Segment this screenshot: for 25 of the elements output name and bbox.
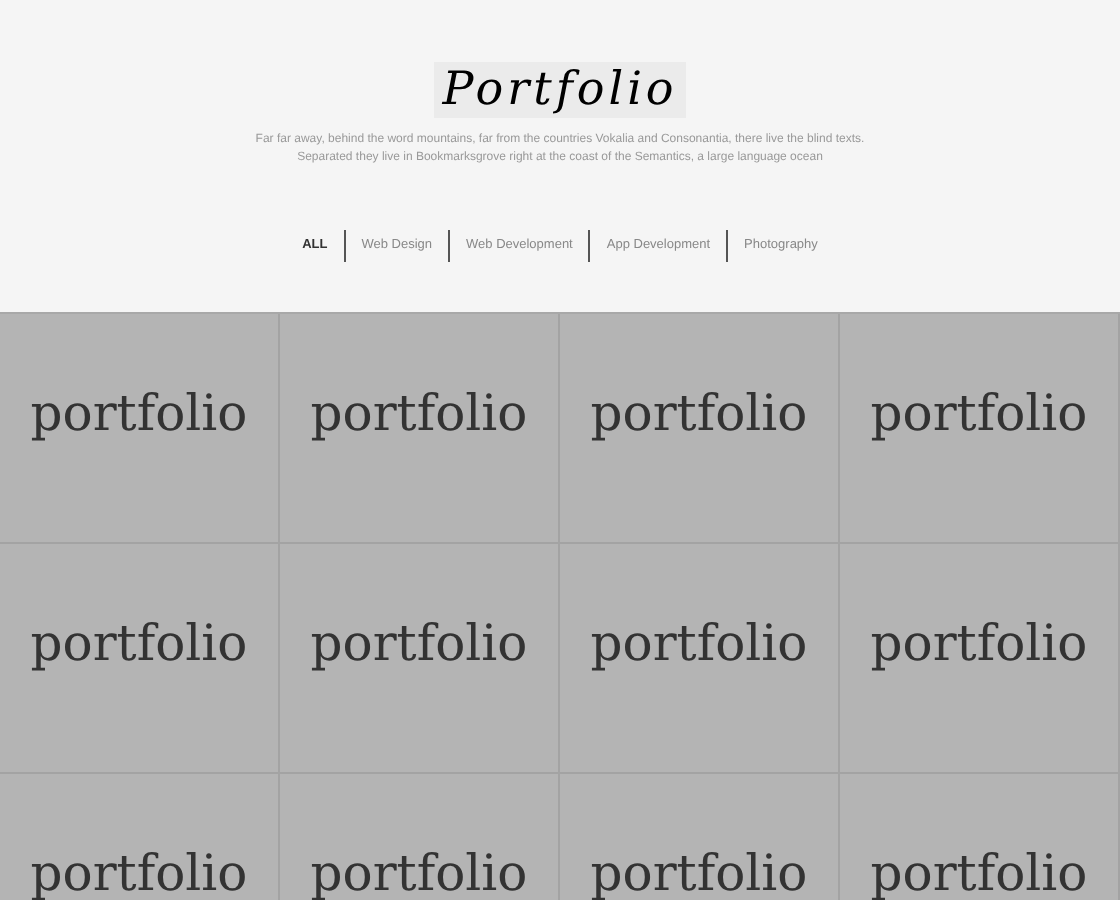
tile-label: portfolio	[30, 850, 248, 896]
tile-label: portfolio	[310, 850, 528, 896]
tile-label: portfolio	[30, 620, 248, 666]
portfolio-tile[interactable]: portfolio	[840, 544, 1120, 774]
portfolio-tile[interactable]: portfolio	[280, 314, 560, 544]
portfolio-tile[interactable]: portfolio	[280, 774, 560, 900]
tile-label: portfolio	[870, 620, 1088, 666]
portfolio-tile[interactable]: portfolio	[0, 544, 280, 774]
portfolio-tile[interactable]: portfolio	[0, 314, 280, 544]
portfolio-title: Portfolio	[442, 67, 678, 113]
tile-label: portfolio	[310, 390, 528, 436]
portfolio-tile[interactable]: portfolio	[840, 314, 1120, 544]
tile-label: portfolio	[870, 850, 1088, 896]
portfolio-tile[interactable]: portfolio	[560, 774, 840, 900]
portfolio-tile[interactable]: portfolio	[280, 544, 560, 774]
portfolio-tile[interactable]: portfolio	[560, 314, 840, 544]
portfolio-tile[interactable]: portfolio	[0, 774, 280, 900]
tile-label: portfolio	[30, 390, 248, 436]
portfolio-tile[interactable]: portfolio	[560, 544, 840, 774]
tile-label: portfolio	[870, 390, 1088, 436]
portfolio-tile[interactable]: portfolio	[840, 774, 1120, 900]
tile-label: portfolio	[590, 850, 808, 896]
tile-label: portfolio	[590, 390, 808, 436]
tile-label: portfolio	[310, 620, 528, 666]
tile-label: portfolio	[590, 620, 808, 666]
